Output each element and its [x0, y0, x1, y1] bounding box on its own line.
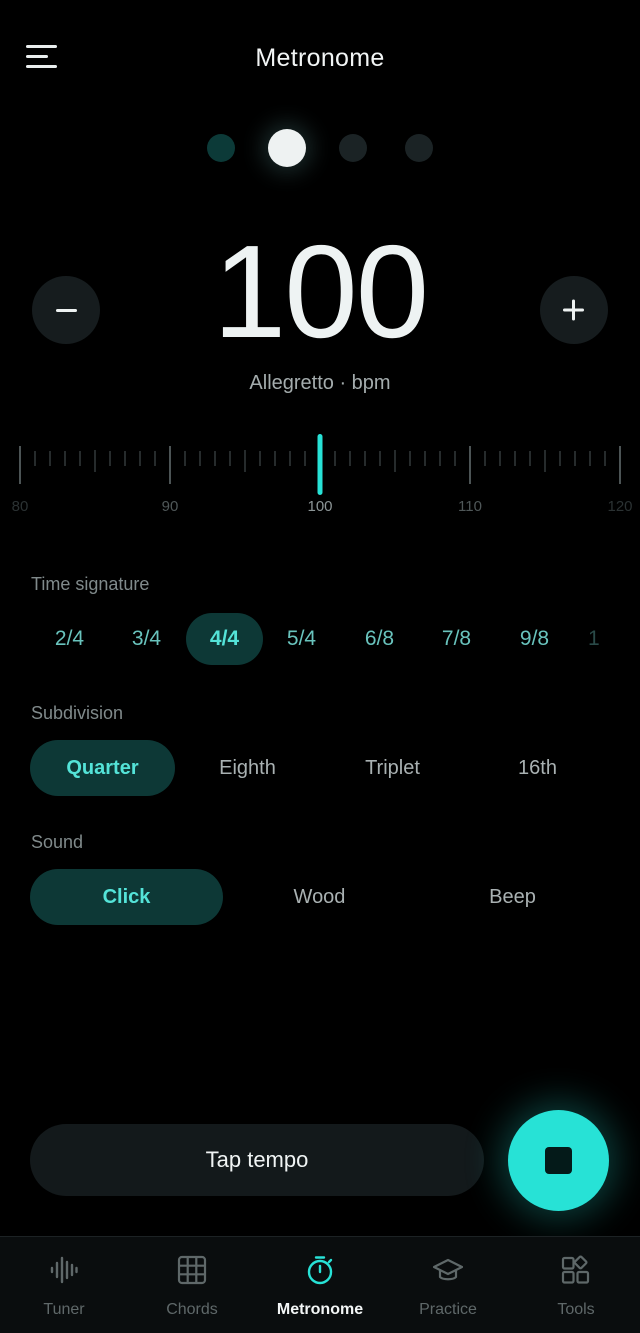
beat-dot-1	[207, 134, 235, 162]
time-signature-label: Time signature	[31, 574, 150, 594]
time-signature-option[interactable]: 5/4	[263, 613, 340, 665]
time-signature-option[interactable]: 9/8	[496, 613, 573, 665]
beat-indicator	[0, 128, 640, 168]
time-signature-option[interactable]: 2/4	[31, 613, 108, 665]
stop-button[interactable]	[508, 1110, 609, 1211]
sound-option-selected[interactable]: Click	[30, 869, 223, 925]
subdivision-selector: Quarter Eighth Triplet 16th	[0, 740, 640, 796]
beat-dot-4	[405, 134, 433, 162]
time-signature-option[interactable]: 3/4	[108, 613, 185, 665]
nav-chords[interactable]: Chords	[128, 1237, 256, 1333]
apps-icon	[561, 1255, 590, 1284]
nav-label: Practice	[419, 1301, 477, 1318]
tempo-marking: Allegretto · bpm	[249, 372, 391, 394]
nav-label: Tuner	[43, 1301, 85, 1318]
ruler-tick-label: 90	[162, 498, 179, 515]
grid-icon	[177, 1255, 207, 1285]
sound-selector: Click Wood Beep	[0, 869, 640, 925]
nav-tuner[interactable]: Tuner	[0, 1237, 128, 1333]
nav-practice[interactable]: Practice	[384, 1237, 512, 1333]
ruler-tick-label: 100	[307, 498, 332, 515]
ruler-tick-label: 120	[607, 498, 632, 515]
tempo-ruler-slider[interactable]: 80 90 100 110 120	[0, 420, 640, 530]
time-signature-option[interactable]: 1	[588, 613, 614, 665]
nav-tools[interactable]: Tools	[512, 1237, 640, 1333]
beat-dot-2-current	[268, 129, 306, 167]
subdivision-label: Subdivision	[31, 703, 124, 723]
bottom-navigation: Tuner Chords Metronome Practice Tools	[0, 1236, 640, 1333]
sound-option[interactable]: Beep	[416, 869, 609, 925]
tempo-ruler-svg: 80 90 100 110 120	[12, 434, 633, 515]
beat-dot-3	[339, 134, 367, 162]
subdivision-option[interactable]: Eighth	[175, 740, 320, 796]
subdivision-option[interactable]: 16th	[465, 740, 610, 796]
subdivision-option[interactable]: Triplet	[320, 740, 465, 796]
nav-label: Tools	[557, 1301, 595, 1318]
graduation-cap-icon	[433, 1258, 463, 1281]
subdivision-option-selected[interactable]: Quarter	[30, 740, 175, 796]
nav-label: Chords	[166, 1301, 218, 1318]
ruler-tick-label: 110	[458, 498, 482, 515]
waveform-icon	[50, 1256, 78, 1284]
nav-metronome[interactable]: Metronome	[256, 1237, 384, 1333]
plus-icon	[563, 299, 584, 321]
ruler-tick-label: 80	[12, 498, 29, 515]
app-header: Metronome	[0, 0, 640, 120]
time-signature-option-selected[interactable]: 4/4	[186, 613, 263, 665]
stop-icon	[545, 1147, 572, 1174]
time-signature-selector: 2/4 3/4 4/4 5/4 6/8 7/8 9/8 1	[0, 613, 640, 665]
page-title: Metronome	[255, 44, 385, 72]
sound-option[interactable]: Wood	[223, 869, 416, 925]
ruler-value-indicator[interactable]	[317, 434, 323, 495]
nav-label: Metronome	[276, 1301, 364, 1318]
time-signature-option[interactable]: 7/8	[418, 613, 495, 665]
stopwatch-icon	[307, 1256, 333, 1285]
sound-label: Sound	[31, 832, 84, 852]
increase-tempo-button[interactable]	[540, 276, 608, 344]
tap-tempo-button[interactable]: Tap tempo	[30, 1124, 484, 1196]
time-signature-option[interactable]: 6/8	[341, 613, 418, 665]
